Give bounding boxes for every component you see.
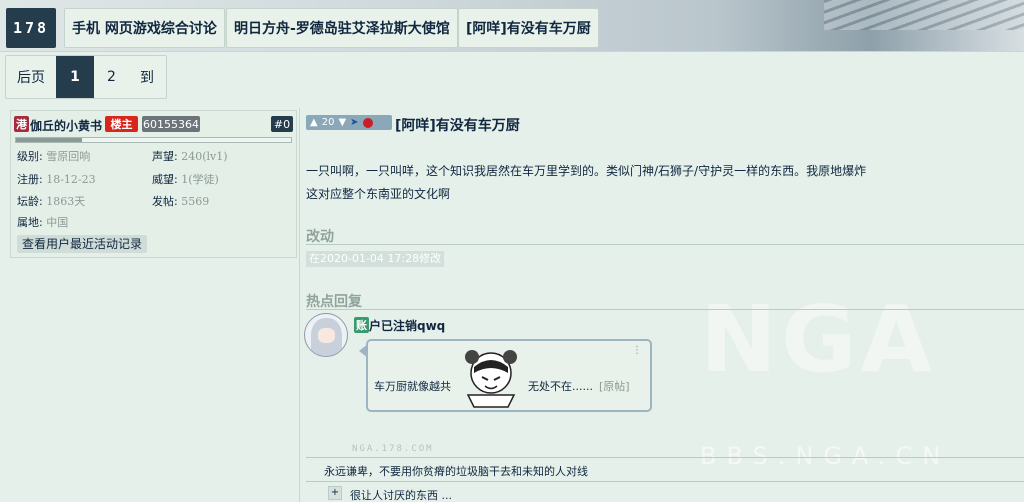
stat-posts: 发帖: 5569 (152, 195, 210, 208)
vote-bar: ▲ 20 ▼ ➤ (306, 115, 392, 130)
banner-artwork (824, 0, 1024, 30)
user-info-card: 港 伽丘的小黄书 楼主 60155364 #0 级别: 雪原回响 声望: 240… (10, 110, 297, 258)
breadcrumb-subforum[interactable]: 明日方舟-罗德岛驻艾泽拉斯大使馆 (226, 8, 458, 48)
reply-sticker (465, 350, 517, 408)
reply-bubble-tail (359, 344, 368, 358)
post-body-line-1: 一只叫啊，一只叫咩，这个知识我居然在车万里学到的。类似门神/石狮子/守护灵一样的… (306, 164, 867, 178)
edit-note: 在2020-01-04 17:28修改 (306, 251, 445, 267)
footer-site-mark: NGA.178.COM (352, 444, 434, 454)
site-logo[interactable]: 178 (6, 8, 56, 48)
stat-reputation: 声望: 240(lv1) (152, 150, 228, 163)
edit-divider (306, 244, 1024, 245)
pager-goto-button[interactable]: 到 (129, 56, 165, 98)
pager-page-1[interactable]: 1 (56, 56, 94, 98)
hot-replies-heading: 热点回复 (306, 294, 362, 310)
reply-user-tag: 账 (354, 317, 369, 333)
reply-text-after: 无处不在...... (528, 380, 593, 393)
level-progress-bar (15, 137, 292, 143)
collapsed-content-title[interactable]: 很让人讨厌的东西 ... (350, 487, 452, 502)
stat-level: 级别: 雪原回响 (17, 150, 91, 163)
uid-badge[interactable]: 60155364 (142, 116, 200, 132)
pager-page-2[interactable]: 2 (94, 56, 129, 98)
edit-heading: 改动 (306, 229, 334, 245)
original-post-link[interactable]: [原帖] (599, 378, 630, 394)
user-name[interactable]: 伽丘的小黄书 (30, 117, 102, 134)
watermark-logo: NGA (700, 286, 936, 393)
hot-replies-divider (306, 309, 1024, 310)
reply-text-before: 车万厨就像越共 (374, 380, 451, 393)
level-progress-fill (16, 138, 82, 142)
role-badge: 楼主 (105, 116, 138, 132)
stat-register: 注册: 18-12-23 (17, 173, 96, 186)
reply-username[interactable]: 户已注销qwq (369, 317, 445, 334)
post-title: [阿咩]有没有车万厨 (395, 118, 520, 134)
author-column: 港 伽丘的小黄书 楼主 60155364 #0 级别: 雪原回响 声望: 240… (5, 108, 300, 502)
breadcrumb-forum[interactable]: 手机 网页游戏综合讨论 (64, 8, 225, 48)
user-avatar-tag: 港 (14, 116, 29, 132)
stat-forum-age: 坛龄: 1863天 (17, 195, 86, 208)
vote-count: 20 (321, 117, 335, 128)
reply-bubble: ⋮ 车万厨就像越共 无处不在...... [原帖] (359, 339, 652, 412)
collapsed-divider (306, 481, 1024, 482)
stat-prestige: 威望: 1(学徒) (152, 173, 219, 186)
stat-location: 属地: 中国 (17, 216, 69, 229)
post-main: NGA BBS.NGA.CN ▲ 20 ▼ ➤ [阿咩]有没有车万厨 一只叫啊，… (300, 108, 1024, 502)
thumbs-down-icon[interactable]: ▼ (338, 117, 346, 128)
watermark-url: BBS.NGA.CN (700, 442, 951, 470)
recent-activity-button[interactable]: 查看用户最近活动记录 (17, 235, 148, 253)
pagination: 后页 1 2 到 (5, 55, 167, 99)
signature-text: 永远谦卑，不要用你贫瘠的垃圾脑干去和未知的人对线 (324, 465, 588, 478)
share-icon[interactable]: ➤ (350, 117, 358, 128)
pager-back-button[interactable]: 后页 (6, 56, 56, 98)
reply-avatar[interactable] (304, 313, 348, 357)
floor-number[interactable]: #0 (271, 116, 293, 132)
reply-more-icon[interactable]: ⋮ (632, 345, 642, 356)
signature-divider (306, 457, 1024, 458)
thumbs-up-icon[interactable]: ▲ (310, 117, 318, 128)
block-icon[interactable] (362, 117, 373, 128)
post-body-line-2: 这对应整个东南亚的文化啊 (306, 187, 451, 201)
breadcrumb-thread[interactable]: [阿咩]有没有车万厨 (458, 8, 599, 48)
expand-collapsed-button[interactable]: + (328, 486, 342, 500)
